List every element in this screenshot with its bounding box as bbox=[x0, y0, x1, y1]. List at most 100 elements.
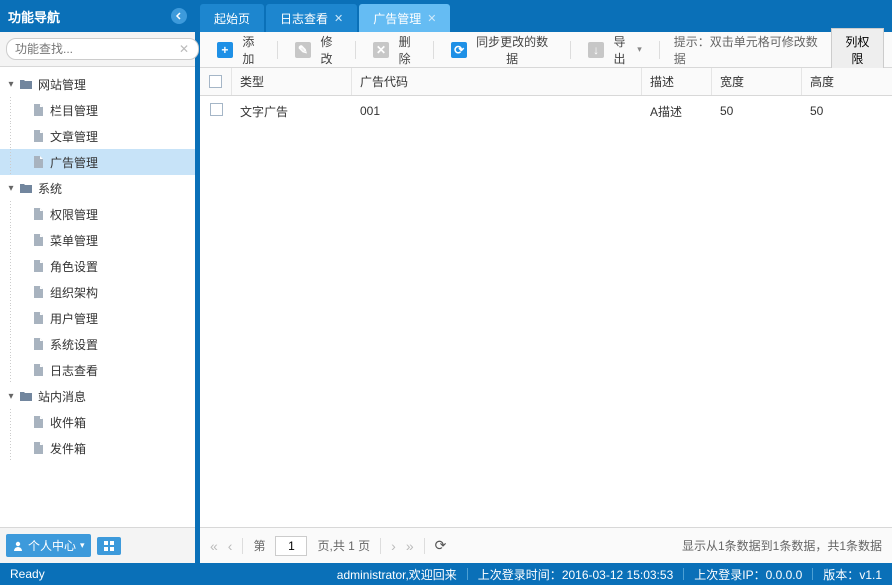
tree-item-label: 权限管理 bbox=[50, 206, 98, 223]
export-label: 导出 bbox=[608, 33, 631, 67]
tree-item-label: 文章管理 bbox=[50, 128, 98, 145]
separator bbox=[659, 41, 660, 59]
delete-button[interactable]: ✕删除 bbox=[364, 28, 425, 72]
tree-item[interactable]: 发件箱 bbox=[0, 435, 195, 461]
add-button[interactable]: +添加 bbox=[208, 28, 269, 72]
grid-icon bbox=[103, 540, 115, 552]
sidebar-search: ✕ bbox=[0, 32, 195, 67]
separator bbox=[277, 41, 278, 59]
toolbar-hint: 提示：双击单元格可修改数据 bbox=[674, 33, 827, 67]
table-row[interactable]: 文字广告001A描述5050 bbox=[200, 96, 892, 126]
checkbox-icon[interactable] bbox=[210, 103, 223, 116]
chevron-left-icon bbox=[174, 11, 184, 21]
refresh-button[interactable]: ⟳ bbox=[435, 537, 447, 554]
tree-item[interactable]: 文章管理 bbox=[0, 123, 195, 149]
sidebar-collapse-button[interactable] bbox=[171, 8, 187, 24]
tree-item[interactable]: 广告管理 bbox=[0, 149, 195, 175]
prev-page-button[interactable]: ‹ bbox=[228, 538, 233, 554]
clear-icon[interactable]: ✕ bbox=[179, 42, 189, 56]
tree-item-label: 日志查看 bbox=[50, 362, 98, 379]
close-icon[interactable]: ✕ bbox=[427, 12, 436, 25]
close-icon[interactable]: ✕ bbox=[334, 12, 343, 25]
tree-item-label: 系统 bbox=[38, 180, 62, 197]
file-icon bbox=[30, 259, 46, 273]
file-icon bbox=[30, 311, 46, 325]
col-height[interactable]: 高度 bbox=[802, 68, 892, 95]
tree-item-label: 收件箱 bbox=[50, 414, 86, 431]
file-icon bbox=[30, 233, 46, 247]
tree-item[interactable]: 用户管理 bbox=[0, 305, 195, 331]
page-input[interactable] bbox=[275, 536, 307, 556]
sidebar-tool-button[interactable] bbox=[97, 537, 121, 555]
separator bbox=[812, 568, 813, 580]
cell-height[interactable]: 50 bbox=[802, 104, 892, 118]
tree-item[interactable]: 角色设置 bbox=[0, 253, 195, 279]
tree-item[interactable]: 日志查看 bbox=[0, 357, 195, 383]
edit-label: 修改 bbox=[315, 33, 338, 67]
delete-label: 删除 bbox=[393, 33, 416, 67]
col-code[interactable]: 广告代码 bbox=[352, 68, 642, 95]
tree-item[interactable]: 栏目管理 bbox=[0, 97, 195, 123]
file-icon bbox=[30, 441, 46, 455]
file-icon bbox=[30, 129, 46, 143]
tree-item-label: 组织架构 bbox=[50, 284, 98, 301]
grid-body: 文字广告001A描述5050 bbox=[200, 96, 892, 527]
folder-icon bbox=[18, 77, 34, 91]
edit-button[interactable]: ✎修改 bbox=[286, 28, 347, 72]
export-button[interactable]: ↓导出▾ bbox=[579, 28, 650, 72]
collapse-icon: ▾ bbox=[4, 391, 18, 402]
status-ready: Ready bbox=[10, 567, 45, 581]
download-icon: ↓ bbox=[588, 42, 604, 58]
sync-button[interactable]: ⟳同步更改的数据 bbox=[442, 28, 562, 72]
page-label: 第 bbox=[253, 537, 265, 554]
refresh-icon: ⟳ bbox=[451, 42, 467, 58]
tree-item[interactable]: 收件箱 bbox=[0, 409, 195, 435]
user-center-button[interactable]: 个人中心 ▾ bbox=[6, 534, 91, 557]
tree-item[interactable]: 系统设置 bbox=[0, 331, 195, 357]
file-icon bbox=[30, 207, 46, 221]
tree-item[interactable]: ▾ 系统 bbox=[0, 175, 195, 201]
cell-desc[interactable]: A描述 bbox=[642, 103, 712, 120]
user-center-label: 个人中心 bbox=[28, 537, 76, 554]
select-all-cell[interactable] bbox=[200, 68, 232, 95]
col-width[interactable]: 宽度 bbox=[712, 68, 802, 95]
col-type[interactable]: 类型 bbox=[232, 68, 352, 95]
tree-item-label: 用户管理 bbox=[50, 310, 98, 327]
col-desc[interactable]: 描述 bbox=[642, 68, 712, 95]
caret-down-icon: ▾ bbox=[80, 540, 85, 551]
file-icon bbox=[30, 155, 46, 169]
folder-icon bbox=[18, 181, 34, 195]
sidebar-footer: 个人中心 ▾ bbox=[0, 527, 195, 563]
pagination: « ‹ 第 页,共 1 页 › » ⟳ 显示从1条数据到1条数据，共1条数据 bbox=[200, 527, 892, 563]
collapse-icon: ▾ bbox=[4, 183, 18, 194]
content-area: 起始页日志查看✕广告管理✕ +添加 ✎修改 ✕删除 ⟳同步更改的数据 ↓导出▾ … bbox=[200, 0, 892, 563]
search-input[interactable] bbox=[6, 38, 199, 60]
column-permission-button[interactable]: 列权限 bbox=[831, 28, 884, 72]
x-icon: ✕ bbox=[373, 42, 389, 58]
cell-type[interactable]: 文字广告 bbox=[232, 103, 352, 120]
cell-width[interactable]: 50 bbox=[712, 104, 802, 118]
tree-item-label: 角色设置 bbox=[50, 258, 98, 275]
tab-label: 广告管理 bbox=[373, 10, 421, 27]
separator bbox=[380, 538, 381, 554]
first-page-button[interactable]: « bbox=[210, 538, 218, 554]
tree-item[interactable]: ▾网站管理 bbox=[0, 71, 195, 97]
separator bbox=[242, 538, 243, 554]
tree-item[interactable]: 权限管理 bbox=[0, 201, 195, 227]
tree-item[interactable]: 菜单管理 bbox=[0, 227, 195, 253]
tree-item-label: 网站管理 bbox=[38, 76, 86, 93]
tree-item[interactable]: ▾ 站内消息 bbox=[0, 383, 195, 409]
tree-item-label: 系统设置 bbox=[50, 336, 98, 353]
cell-code[interactable]: 001 bbox=[352, 104, 642, 118]
user-icon bbox=[12, 540, 24, 552]
nav-tree: ▾网站管理栏目管理文章管理广告管理▾系统权限管理菜单管理角色设置组织架构用户管理… bbox=[0, 67, 195, 527]
file-icon bbox=[30, 337, 46, 351]
tree-item-label: 菜单管理 bbox=[50, 232, 98, 249]
last-page-button[interactable]: » bbox=[406, 538, 414, 554]
next-page-button[interactable]: › bbox=[391, 538, 396, 554]
tree-item[interactable]: 组织架构 bbox=[0, 279, 195, 305]
add-label: 添加 bbox=[237, 33, 260, 67]
status-last-login-ip: 上次登录IP：0.0.0.0 bbox=[694, 566, 802, 583]
file-icon bbox=[30, 363, 46, 377]
tree-item-label: 站内消息 bbox=[38, 388, 86, 405]
